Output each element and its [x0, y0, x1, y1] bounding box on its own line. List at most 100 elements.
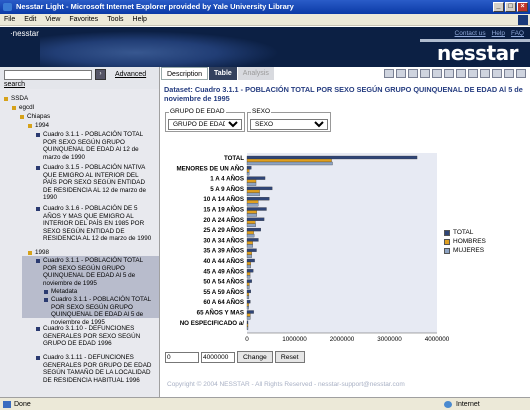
- bar-total: [246, 217, 265, 221]
- bookmark-icon[interactable]: [492, 69, 502, 78]
- bar-total: [246, 289, 251, 294]
- help-link[interactable]: Help: [492, 30, 505, 37]
- legend-hombres-swatch: [444, 238, 450, 245]
- window-titlebar: Nesstar Light - Microsoft Internet Explo…: [0, 0, 530, 14]
- download-icon[interactable]: [468, 69, 478, 78]
- filter-icon[interactable]: [456, 69, 466, 78]
- bar-hombres: [246, 313, 251, 317]
- reset-button[interactable]: Reset: [274, 351, 305, 363]
- category-label: MENORES DE UN AÑO: [177, 165, 245, 172]
- tree-item[interactable]: Metadata: [51, 288, 151, 296]
- tree-item[interactable]: Cuadro 3.1.1 - POBLACIÓN TOTAL POR SEXO …: [43, 257, 153, 287]
- bar-total: [246, 269, 254, 273]
- bar-hombres: [246, 261, 251, 266]
- tree-item[interactable]: Cuadro 3.1.1 - POBLACIÓN TOTAL POR SEXO …: [43, 131, 153, 161]
- tree-bullet-icon: [28, 124, 32, 128]
- table-view-icon[interactable]: [384, 69, 394, 78]
- tab-table[interactable]: Table: [209, 67, 237, 80]
- faq-link[interactable]: FAQ: [511, 30, 524, 37]
- tree-item[interactable]: Cuadro 3.1.6 - POBLACIÓN DE 5 AÑOS Y MAS…: [43, 205, 153, 243]
- category-label: TOTAL: [224, 155, 244, 162]
- tree-bullet-icon: [36, 133, 40, 137]
- status-zone: Internet: [456, 401, 480, 408]
- bar-hombres: [246, 282, 250, 286]
- tree-bullet-icon: [4, 97, 8, 101]
- x-tick-label: 2000000: [330, 336, 355, 343]
- bar-mujeres: [246, 182, 257, 186]
- bar-mujeres: [246, 203, 259, 207]
- tab-description[interactable]: Description: [161, 67, 209, 80]
- tree-item[interactable]: Cuadro 3.1.11 - DEFUNCIONES GENERALES PO…: [43, 354, 153, 384]
- menu-favorites[interactable]: Favorites: [69, 16, 98, 23]
- minimize-button[interactable]: _: [493, 2, 504, 12]
- category-label: 20 A 24 AÑOS: [203, 217, 244, 224]
- bar-hombres: [246, 169, 250, 173]
- axis-max-input[interactable]: [201, 351, 235, 363]
- x-tick-label: 3000000: [377, 336, 402, 343]
- bar-hombres: [246, 179, 257, 183]
- view-toolbar: [384, 69, 526, 78]
- axis-controls: Change Reset: [165, 351, 305, 363]
- email-icon[interactable]: [504, 69, 514, 78]
- category-label: 1 A 4 AÑOS: [210, 176, 244, 183]
- close-button[interactable]: ×: [517, 2, 528, 12]
- tree-item[interactable]: Chiapas: [27, 113, 147, 121]
- legend-total-swatch: [444, 229, 450, 236]
- bar-chart-icon[interactable]: [396, 69, 406, 78]
- percent-icon[interactable]: [444, 69, 454, 78]
- search-input[interactable]: [4, 70, 92, 80]
- search-link[interactable]: search: [4, 81, 25, 88]
- bar-total: [246, 300, 251, 304]
- menu-tools[interactable]: Tools: [107, 16, 123, 23]
- tree-item[interactable]: 1994: [35, 122, 145, 130]
- bar-hombres: [246, 323, 249, 327]
- tree-item[interactable]: Cuadro 3.1.1 - POBLACIÓN TOTAL POR SEXO …: [51, 296, 151, 326]
- menu-file[interactable]: File: [4, 16, 15, 23]
- line-chart-icon[interactable]: [432, 69, 442, 78]
- chart-legend: TOTAL HOMBRES MUJERES: [444, 229, 486, 256]
- bar-mujeres: [246, 264, 251, 269]
- small-brand: ·nesstar: [10, 29, 39, 38]
- column-chart-icon[interactable]: [408, 69, 418, 78]
- bar-mujeres: [246, 192, 260, 197]
- bar-mujeres: [246, 223, 256, 227]
- menu-view[interactable]: View: [45, 16, 60, 23]
- menu-edit[interactable]: Edit: [24, 16, 36, 23]
- tree-item[interactable]: Cuadro 3.1.10 - DEFUNCIONES GENERALES PO…: [43, 325, 153, 348]
- tree-item[interactable]: Cuadro 3.1.5 - POBLACIÓN NATIVA QUE EMIG…: [43, 164, 153, 202]
- menu-help[interactable]: Help: [133, 16, 147, 23]
- search-go-button[interactable]: ›: [95, 69, 106, 80]
- bar-total: [246, 238, 259, 242]
- tree-bullet-icon: [36, 166, 40, 170]
- menu-bar: File Edit View Favorites Tools Help: [0, 14, 530, 26]
- bar-total: [246, 176, 266, 180]
- pie-chart-icon[interactable]: [420, 69, 430, 78]
- status-done: Done: [14, 401, 31, 408]
- change-button[interactable]: Change: [237, 351, 273, 363]
- bar-mujeres: [246, 254, 252, 258]
- tree-item[interactable]: SSDA: [11, 95, 151, 103]
- tree-item[interactable]: egcdl: [19, 104, 149, 112]
- legend-mujeres-swatch: [444, 247, 450, 254]
- windows-logo-icon: [518, 15, 528, 25]
- bar-mujeres: [246, 306, 249, 310]
- tree-bullet-icon: [36, 259, 40, 263]
- bar-mujeres: [246, 233, 255, 238]
- contact-link[interactable]: Contact us: [455, 30, 486, 37]
- bar-mujeres: [246, 295, 250, 300]
- tree-bullet-icon: [36, 327, 40, 331]
- nesstar-header: ·nesstar Contact us Help FAQ nesstar: [0, 27, 530, 67]
- advanced-search-link[interactable]: Advanced: [115, 71, 146, 78]
- maximize-button[interactable]: □: [505, 2, 516, 12]
- bar-total: [246, 227, 261, 232]
- axis-min-input[interactable]: [165, 351, 199, 363]
- legend-mujeres: MUJERES: [453, 247, 485, 254]
- tree-bullet-icon: [12, 106, 16, 110]
- legend-hombres: HOMBRES: [453, 238, 486, 245]
- bar-total: [246, 207, 267, 211]
- tab-analysis: Analysis: [237, 67, 274, 80]
- info-icon[interactable]: [516, 69, 526, 78]
- tree-bullet-icon: [20, 115, 24, 119]
- print-icon[interactable]: [480, 69, 490, 78]
- tree-item[interactable]: 1998: [35, 249, 145, 257]
